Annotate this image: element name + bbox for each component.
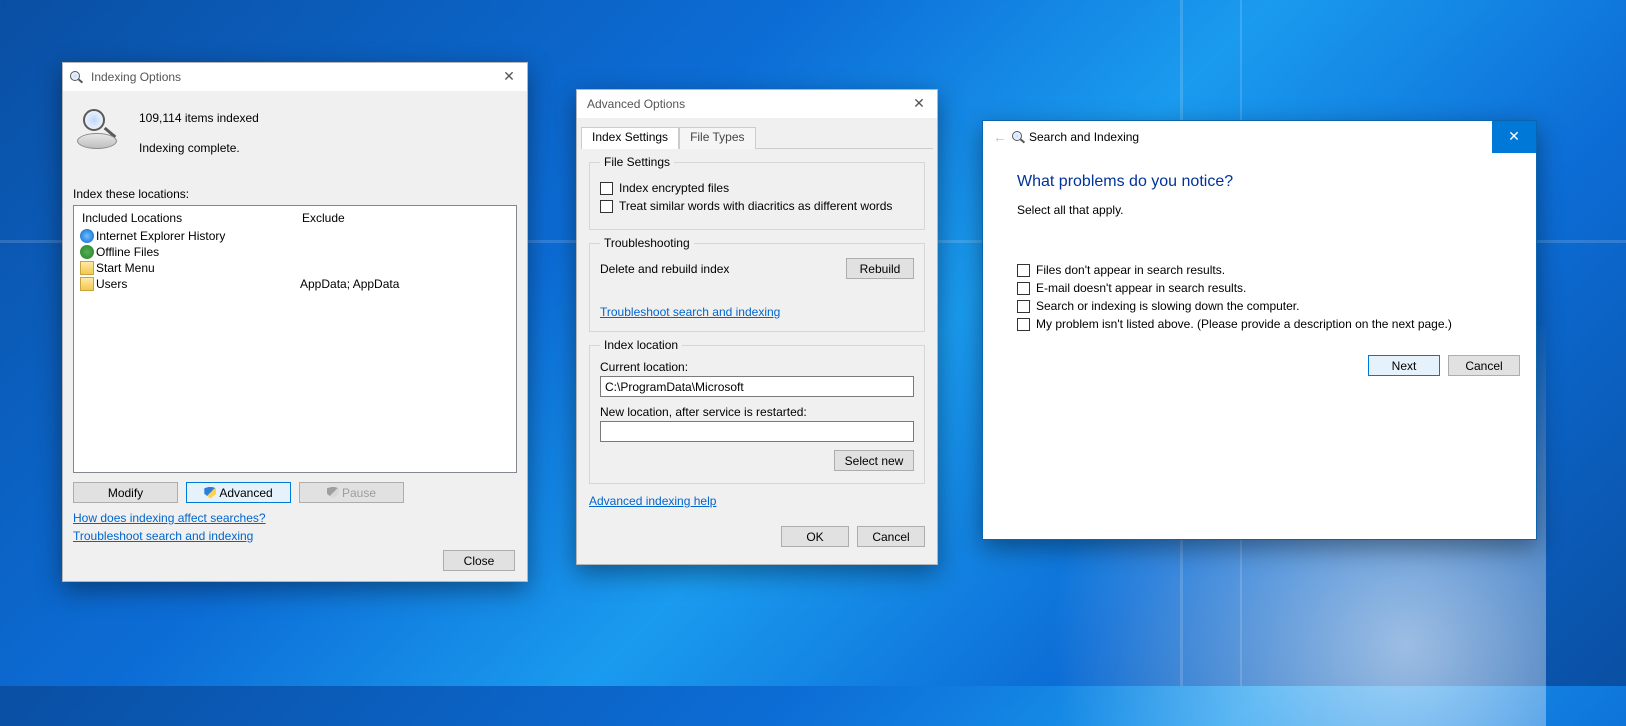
rebuild-button[interactable]: Rebuild bbox=[846, 258, 914, 279]
problem-checkbox-other[interactable] bbox=[1017, 318, 1030, 331]
pause-button: Pause bbox=[299, 482, 404, 503]
tab-file-types[interactable]: File Types bbox=[679, 127, 755, 149]
index-location-group: Index location Current location: New loc… bbox=[589, 338, 925, 484]
problem-checkbox-slow[interactable] bbox=[1017, 300, 1030, 313]
problem-checkbox-files[interactable] bbox=[1017, 264, 1030, 277]
page-subtext: Select all that apply. bbox=[1017, 203, 1502, 217]
checkbox-label: Treat similar words with diacritics as d… bbox=[619, 199, 892, 213]
close-icon[interactable]: ✕ bbox=[491, 63, 527, 91]
troubleshoot-link[interactable]: Troubleshoot search and indexing bbox=[73, 529, 253, 543]
group-legend: Index location bbox=[600, 338, 682, 352]
close-icon[interactable]: ✕ bbox=[901, 90, 937, 118]
indexed-count: 109,114 items indexed bbox=[139, 111, 259, 125]
troubleshoot-link[interactable]: Troubleshoot search and indexing bbox=[600, 305, 780, 319]
wizard-header[interactable]: ← Search and Indexing ✕ bbox=[983, 121, 1536, 153]
current-location-field[interactable] bbox=[600, 376, 914, 397]
close-button[interactable]: Close bbox=[443, 550, 515, 571]
search-icon bbox=[1011, 130, 1025, 144]
new-location-label: New location, after service is restarted… bbox=[600, 405, 914, 419]
col-header-exclude: Exclude bbox=[300, 208, 510, 228]
window-title: Indexing Options bbox=[91, 70, 181, 84]
new-location-field[interactable] bbox=[600, 421, 914, 442]
col-header-included: Included Locations bbox=[80, 208, 288, 228]
modify-button[interactable]: Modify bbox=[73, 482, 178, 503]
indexing-large-icon bbox=[73, 105, 121, 153]
cancel-button[interactable]: Cancel bbox=[1448, 355, 1520, 376]
shield-icon bbox=[327, 487, 339, 499]
locations-list[interactable]: Included Locations Internet Explorer His… bbox=[73, 205, 517, 473]
list-item[interactable]: Users bbox=[80, 276, 288, 292]
rebuild-label: Delete and rebuild index bbox=[600, 262, 729, 276]
indexing-options-window: Indexing Options ✕ 109,114 items indexed… bbox=[62, 62, 528, 582]
advanced-indexing-help-link[interactable]: Advanced indexing help bbox=[589, 494, 716, 508]
help-link-searches[interactable]: How does indexing affect searches? bbox=[73, 511, 266, 525]
exclude-cell: AppData; AppData bbox=[300, 276, 510, 292]
group-legend: Troubleshooting bbox=[600, 236, 694, 250]
checkbox-label: Index encrypted files bbox=[619, 181, 729, 195]
list-item[interactable]: Internet Explorer History bbox=[80, 228, 288, 244]
folder-icon bbox=[80, 261, 94, 275]
advanced-options-window: Advanced Options ✕ Index Settings File T… bbox=[576, 89, 938, 565]
advanced-button[interactable]: Advanced bbox=[186, 482, 291, 503]
close-icon[interactable]: ✕ bbox=[1492, 121, 1536, 153]
locations-label: Index these locations: bbox=[63, 161, 527, 205]
current-location-label: Current location: bbox=[600, 360, 914, 374]
checkbox-label: My problem isn't listed above. (Please p… bbox=[1036, 317, 1452, 331]
search-indexing-wizard-window: ← Search and Indexing ✕ What problems do… bbox=[982, 120, 1537, 540]
indexing-icon bbox=[69, 70, 83, 84]
group-legend: File Settings bbox=[600, 155, 674, 169]
troubleshooting-group: Troubleshooting Delete and rebuild index… bbox=[589, 236, 925, 332]
list-item[interactable]: Start Menu bbox=[80, 260, 288, 276]
next-button[interactable]: Next bbox=[1368, 355, 1440, 376]
select-new-button[interactable]: Select new bbox=[834, 450, 914, 471]
wizard-footer: Next Cancel bbox=[983, 345, 1536, 390]
checkbox-label: Search or indexing is slowing down the c… bbox=[1036, 299, 1299, 313]
tab-index-settings[interactable]: Index Settings bbox=[581, 127, 679, 149]
titlebar[interactable]: Advanced Options ✕ bbox=[577, 90, 937, 118]
back-icon[interactable]: ← bbox=[993, 129, 1011, 145]
ie-icon bbox=[80, 229, 94, 243]
window-title: Advanced Options bbox=[587, 97, 685, 111]
shield-icon bbox=[204, 487, 216, 499]
list-item[interactable]: Offline Files bbox=[80, 244, 288, 260]
offline-icon bbox=[80, 245, 94, 259]
titlebar[interactable]: Indexing Options ✕ bbox=[63, 63, 527, 91]
wizard-title: Search and Indexing bbox=[1029, 130, 1139, 144]
indexing-status: Indexing complete. bbox=[139, 141, 259, 155]
tabstrip: Index Settings File Types bbox=[581, 126, 933, 148]
checkbox-label: E-mail doesn't appear in search results. bbox=[1036, 281, 1246, 295]
cancel-button[interactable]: Cancel bbox=[857, 526, 925, 547]
index-encrypted-checkbox[interactable] bbox=[600, 182, 613, 195]
file-settings-group: File Settings Index encrypted files Trea… bbox=[589, 155, 925, 230]
wizard-body: What problems do you notice? Select all … bbox=[983, 153, 1536, 345]
ok-button[interactable]: OK bbox=[781, 526, 849, 547]
diacritics-checkbox[interactable] bbox=[600, 200, 613, 213]
problem-checkbox-email[interactable] bbox=[1017, 282, 1030, 295]
page-heading: What problems do you notice? bbox=[1017, 173, 1502, 191]
folder-icon bbox=[80, 277, 94, 291]
checkbox-label: Files don't appear in search results. bbox=[1036, 263, 1225, 277]
